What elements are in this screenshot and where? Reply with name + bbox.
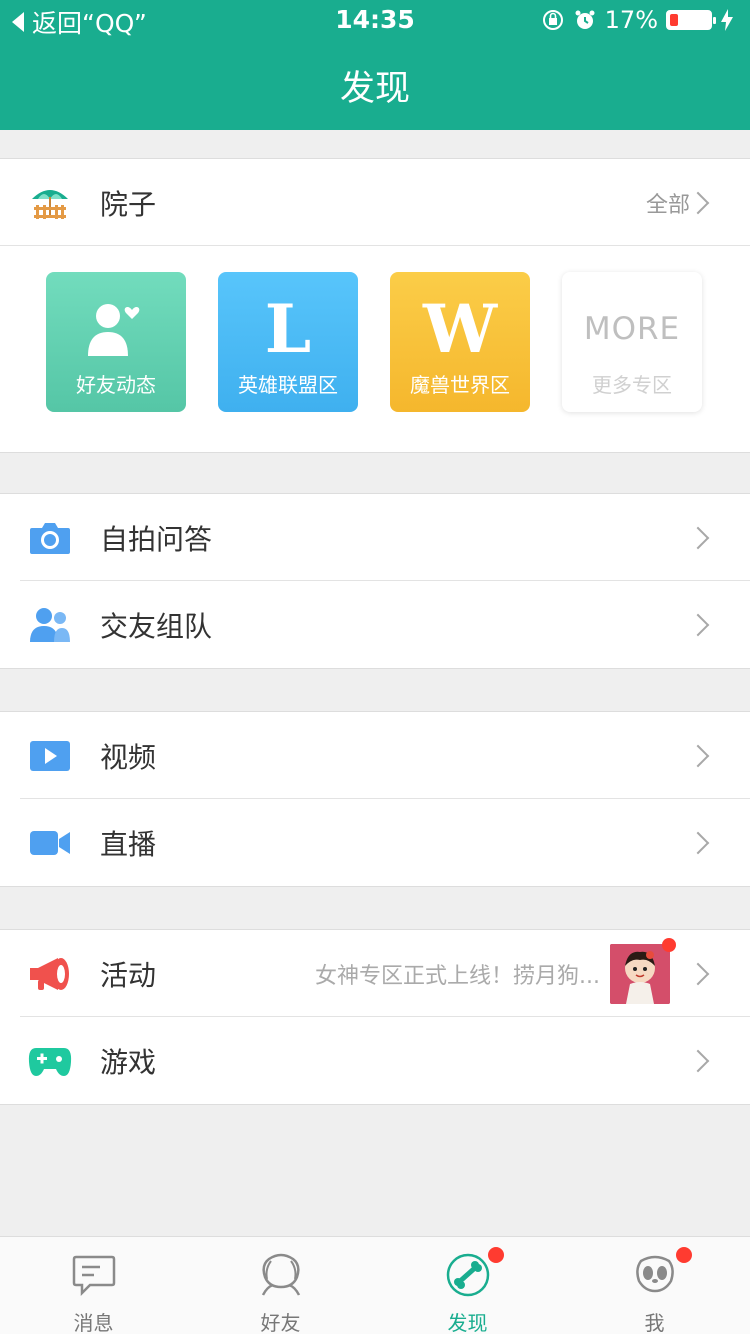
- status-bar: 返回“QQ” 14:35 17%: [0, 0, 750, 40]
- row-label: 自拍问答: [100, 522, 213, 556]
- activity-thumbnail: [610, 943, 670, 1004]
- activity-unread-badge: [662, 938, 676, 952]
- tab-bar: 消息 好友 发现 我: [0, 1236, 750, 1334]
- zone-tiles: 好友动态 L 英雄联盟区 W 魔兽世界区 MORE 更多专区: [0, 246, 750, 452]
- yard-row[interactable]: 院子 全部: [0, 159, 750, 246]
- yard-icon: [28, 181, 72, 225]
- row-team-up[interactable]: 交友组队: [0, 581, 750, 668]
- page-title: 发现: [339, 69, 410, 109]
- row-activities[interactable]: 活动 女神专区正式上线！捞月狗...: [0, 930, 750, 1017]
- discover-icon: [446, 1253, 489, 1297]
- tab-label: 发现: [447, 1311, 488, 1334]
- chevron-right-icon: [686, 613, 710, 636]
- row-label: 交友组队: [100, 609, 213, 643]
- status-right: 17%: [541, 6, 734, 34]
- tile-friend-feed[interactable]: 好友动态: [46, 272, 186, 412]
- charging-bolt-icon: [721, 9, 733, 31]
- row-video[interactable]: 视频: [0, 712, 750, 799]
- group-social: 自拍问答 交友组队: [0, 493, 750, 669]
- me-badge: [676, 1247, 692, 1263]
- live-camera-icon: [28, 821, 72, 865]
- tab-me[interactable]: 我: [561, 1237, 748, 1334]
- gamepad-icon: [28, 1039, 72, 1083]
- row-label: 直播: [100, 827, 157, 861]
- message-icon: [72, 1255, 115, 1297]
- tile-more-zones[interactable]: MORE 更多专区: [562, 272, 702, 412]
- friend-heart-icon: [88, 304, 140, 356]
- people-icon: [28, 603, 72, 647]
- tab-friends[interactable]: 好友: [187, 1237, 374, 1334]
- chevron-right-icon: [686, 526, 710, 549]
- tile-glyph: MORE: [583, 311, 681, 347]
- group-fun: 活动 女神专区正式上线！捞月狗... 游戏: [0, 929, 750, 1105]
- row-live[interactable]: 直播: [0, 799, 750, 886]
- row-label: 游戏: [100, 1045, 157, 1079]
- yard-all-link[interactable]: 全部: [646, 187, 690, 219]
- megaphone-icon: [28, 952, 72, 996]
- friends-icon: [261, 1253, 300, 1296]
- row-label: 活动: [100, 958, 157, 992]
- tab-label: 好友: [260, 1311, 301, 1334]
- tile-label: 好友动态: [76, 373, 156, 397]
- tab-messages[interactable]: 消息: [0, 1237, 187, 1334]
- tile-label: 魔兽世界区: [410, 373, 510, 397]
- tile-glyph: L: [264, 290, 312, 368]
- video-play-icon: [28, 734, 72, 778]
- row-games[interactable]: 游戏: [0, 1017, 750, 1104]
- me-icon: [635, 1255, 674, 1293]
- tile-wow-zone[interactable]: W 魔兽世界区: [390, 272, 530, 412]
- activity-preview-text: 女神专区正式上线！捞月狗...: [315, 963, 600, 989]
- chevron-right-icon: [686, 962, 710, 985]
- header: 返回“QQ” 14:35 17% 发现: [0, 0, 750, 130]
- chevron-right-icon: [686, 191, 710, 214]
- row-selfie-qa[interactable]: 自拍问答: [0, 494, 750, 581]
- tile-label: 更多专区: [592, 373, 672, 397]
- battery-percent: 17%: [604, 6, 658, 34]
- chevron-right-icon: [686, 744, 710, 767]
- row-label: 视频: [100, 740, 157, 774]
- tab-label: 我: [644, 1311, 665, 1334]
- camera-icon: [28, 516, 72, 560]
- yard-section: 院子 全部 好友动态 L 英雄联盟区 W 魔兽世界区 MORE 更多专区: [0, 158, 750, 453]
- tile-label: 英雄联盟区: [238, 373, 338, 397]
- chevron-right-icon: [686, 831, 710, 854]
- alarm-icon: [575, 10, 595, 29]
- tile-glyph: W: [422, 290, 498, 368]
- tile-lol-zone[interactable]: L 英雄联盟区: [218, 272, 358, 412]
- tab-discover[interactable]: 发现: [374, 1237, 561, 1334]
- yard-label: 院子: [100, 187, 157, 221]
- battery-icon: [666, 10, 716, 30]
- tab-label: 消息: [73, 1311, 114, 1334]
- group-media: 视频 直播: [0, 711, 750, 887]
- rotation-lock-icon: [542, 10, 563, 30]
- discover-badge: [488, 1247, 504, 1263]
- chevron-right-icon: [686, 1049, 710, 1072]
